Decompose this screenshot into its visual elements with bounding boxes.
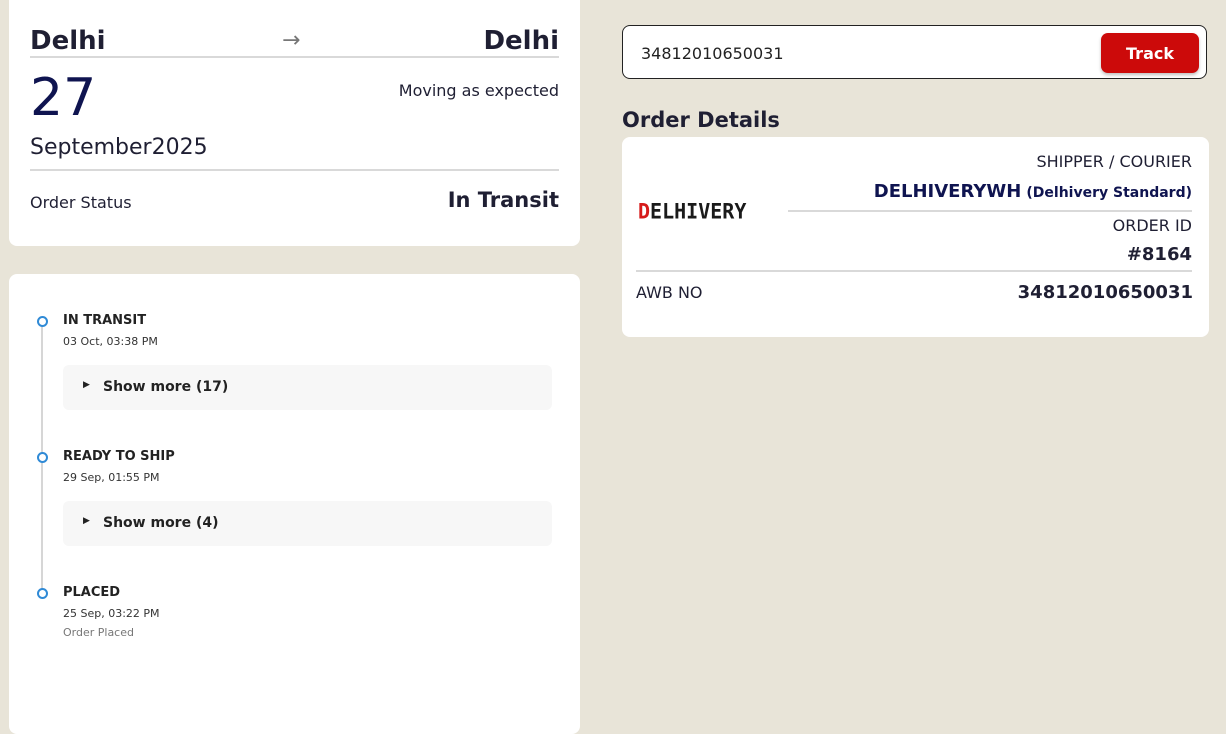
courier-service: (Delhivery Standard) <box>1026 185 1192 201</box>
shipment-summary-card: Delhi → Delhi 27 September2025 Moving as… <box>9 0 580 246</box>
route-row: Delhi → Delhi <box>30 26 559 58</box>
eta-month-year: September2025 <box>30 135 208 160</box>
order-id-label: ORDER ID <box>1112 216 1192 235</box>
timeline-dot <box>37 316 48 327</box>
show-more-label: Show more (17) <box>103 379 229 395</box>
eta-status: Moving as expected <box>398 81 559 100</box>
caret-right-icon: ▶ <box>83 380 90 390</box>
awb-value: 34812010650031 <box>1017 282 1193 303</box>
destination-city: Delhi <box>483 26 559 56</box>
timeline-event-title: READY TO SHIP <box>63 449 175 464</box>
order-details-card: DELHIVERY SHIPPER / COURIER DELHIVERYWH … <box>622 137 1209 337</box>
timeline-event-title: IN TRANSIT <box>63 313 147 328</box>
divider <box>788 210 1192 212</box>
order-status-value: In Transit <box>447 188 559 212</box>
awb-search-input[interactable] <box>639 38 1093 68</box>
show-more-button[interactable]: ▶ Show more (17) <box>63 365 552 410</box>
courier-line: DELHIVERYWH (Delhivery Standard) <box>874 181 1192 202</box>
shipper-label: SHIPPER / COURIER <box>1036 152 1192 171</box>
caret-right-icon: ▶ <box>83 516 90 526</box>
show-more-button[interactable]: ▶ Show more (4) <box>63 501 552 546</box>
delhivery-logo: DELHIVERY <box>638 198 747 224</box>
origin-city: Delhi <box>30 26 106 56</box>
timeline-event-note: Order Placed <box>63 626 134 639</box>
tracking-timeline-card: IN TRANSIT 03 Oct, 03:38 PM ▶ Show more … <box>9 274 580 734</box>
courier-name: DELHIVERYWH <box>873 181 1022 202</box>
show-more-label: Show more (4) <box>103 515 219 531</box>
timeline-dot <box>37 452 48 463</box>
awb-label: AWB NO <box>636 283 703 302</box>
divider <box>30 169 559 171</box>
awb-search-bar: Track <box>622 25 1207 79</box>
arrow-right-icon: → <box>282 28 301 53</box>
track-button[interactable]: Track <box>1101 33 1199 73</box>
timeline-event-time: 25 Sep, 03:22 PM <box>63 607 160 620</box>
order-details-heading: Order Details <box>622 108 780 132</box>
order-status-label: Order Status <box>30 193 132 212</box>
divider <box>636 270 1192 272</box>
eta-day: 27 <box>30 68 97 128</box>
order-id-value: #8164 <box>1126 244 1192 265</box>
timeline-event-title: PLACED <box>63 585 121 600</box>
timeline-event-time: 03 Oct, 03:38 PM <box>63 335 158 348</box>
timeline-dot <box>37 588 48 599</box>
timeline-event-time: 29 Sep, 01:55 PM <box>63 471 160 484</box>
